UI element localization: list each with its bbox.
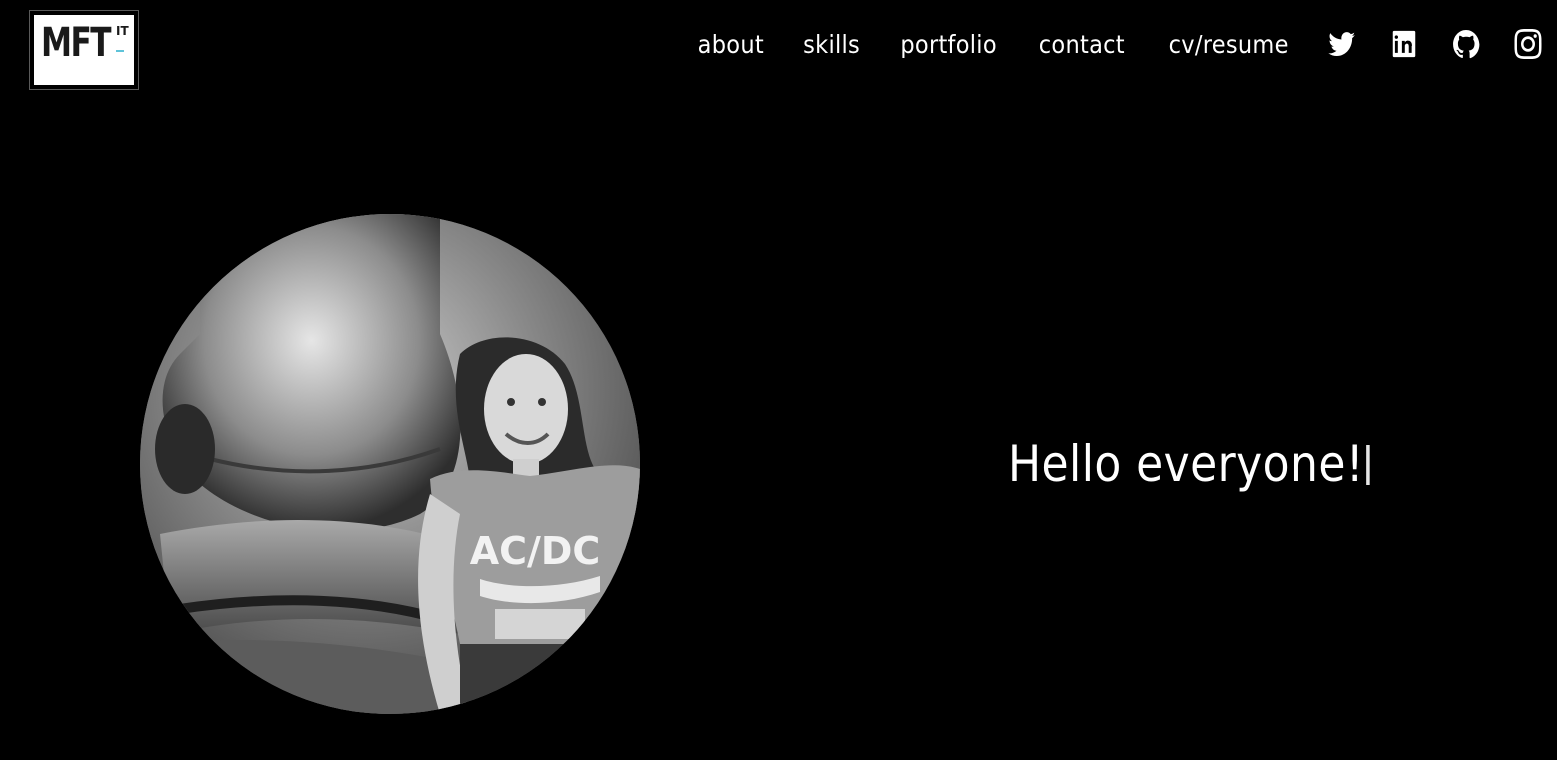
social-links <box>1327 29 1557 59</box>
nav-link-cv-resume[interactable]: cv/resume <box>1168 30 1288 59</box>
greeting-text: Hello everyone! <box>1008 435 1364 493</box>
logo-superscript: IT <box>116 24 129 38</box>
main-nav: about skills portfolio contact cv/resume <box>694 24 1557 64</box>
site-logo[interactable]: MFT IT <box>29 10 139 90</box>
twitter-icon[interactable] <box>1328 29 1356 59</box>
github-icon[interactable] <box>1453 29 1480 59</box>
logo-badge: MFT IT <box>34 15 134 85</box>
nav-link-portfolio[interactable]: portfolio <box>900 30 997 59</box>
logo-accent-dash <box>116 50 124 52</box>
hero-greeting: Hello everyone! <box>1008 432 1371 496</box>
profile-photo: AC/DC <box>140 214 640 714</box>
logo-text: MFT <box>41 20 112 66</box>
linkedin-icon[interactable] <box>1391 29 1418 59</box>
nav-link-skills[interactable]: skills <box>803 30 860 59</box>
instagram-icon[interactable] <box>1514 29 1542 59</box>
nav-link-about[interactable]: about <box>698 30 764 59</box>
page: MFT IT about skills portfolio contact cv… <box>0 0 1557 760</box>
svg-text:AC/DC: AC/DC <box>470 529 601 573</box>
profile-photo-illustration: AC/DC <box>140 214 640 714</box>
typing-cursor <box>1366 445 1371 485</box>
nav-link-contact[interactable]: contact <box>1039 30 1125 59</box>
